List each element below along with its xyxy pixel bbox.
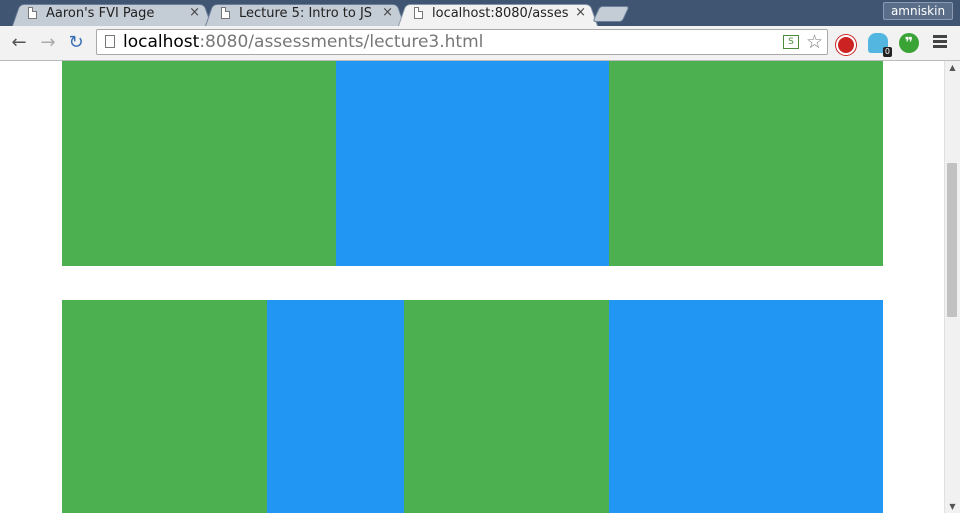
hamburger-menu-icon[interactable] [933, 35, 947, 50]
tab-title: Aaron's FVI Page [46, 6, 155, 21]
blue-block [267, 300, 404, 513]
tab-lecture-5[interactable]: Lecture 5: Intro to JS × [205, 2, 405, 26]
scroll-down-arrow-icon[interactable]: ▼ [945, 502, 960, 511]
back-button[interactable]: ← [8, 32, 30, 54]
ghostery-count-badge: 0 [882, 47, 892, 57]
profile-button[interactable]: amniskin [883, 2, 953, 20]
green-block [62, 300, 267, 513]
page-content [0, 61, 944, 513]
hangouts-icon[interactable]: ❞ [899, 33, 919, 53]
tab-title: Lecture 5: Intro to JS [239, 6, 373, 21]
adblock-stop-icon[interactable] [836, 35, 856, 55]
new-tab-button[interactable] [592, 6, 630, 22]
tab-strip: Aaron's FVI Page × Lecture 5: Intro to J… [0, 0, 960, 26]
browser-toolbar: ← → ↻ localhost:8080/assessments/lecture… [0, 26, 960, 61]
page-icon [221, 7, 230, 19]
tab-localhost-assessments[interactable]: localhost:8080/assessments × [398, 2, 598, 26]
bookmark-star-icon[interactable]: ☆ [806, 31, 823, 53]
address-bar[interactable]: localhost:8080/assessments/lecture3.html… [96, 29, 828, 55]
forward-button[interactable]: → [37, 32, 59, 54]
page-icon [414, 7, 423, 19]
blue-block [336, 61, 609, 266]
reader-mode-icon[interactable]: S [783, 35, 799, 49]
tab-aarons-fvi-page[interactable]: Aaron's FVI Page × [12, 2, 212, 26]
ghostery-icon[interactable]: 0 [868, 33, 892, 57]
page-icon [28, 7, 37, 19]
close-tab-icon[interactable]: × [189, 5, 200, 20]
tab-title: localhost:8080/assessments [432, 6, 568, 21]
url-text[interactable]: localhost:8080/assessments/lecture3.html [123, 32, 483, 52]
scrollbar-thumb[interactable] [947, 163, 957, 317]
green-block [62, 61, 336, 266]
reload-button[interactable]: ↻ [65, 32, 87, 54]
url-path: :8080/assessments/lecture3.html [199, 32, 484, 52]
scroll-up-arrow-icon[interactable]: ▲ [945, 63, 960, 72]
close-tab-icon[interactable]: × [382, 5, 393, 20]
url-host: localhost [123, 32, 200, 52]
close-tab-icon[interactable]: × [575, 5, 586, 20]
vertical-scrollbar[interactable]: ▲ ▼ [944, 61, 960, 513]
green-block [404, 300, 609, 513]
page-icon [105, 35, 115, 48]
green-block [609, 61, 883, 266]
blue-block [609, 300, 883, 513]
